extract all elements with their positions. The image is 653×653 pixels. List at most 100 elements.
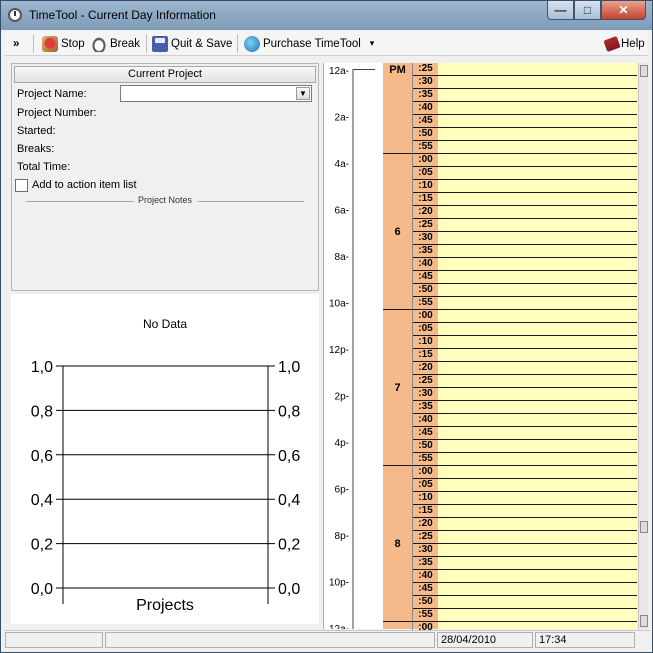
hour-column: PM 6 7 8: [383, 63, 413, 635]
title-bar[interactable]: TimeTool - Current Day Information — □ ✕: [1, 1, 652, 30]
time-slot[interactable]: [438, 505, 637, 518]
time-slot[interactable]: [438, 115, 637, 128]
minute-label: :35: [413, 89, 438, 102]
time-slot[interactable]: [438, 102, 637, 115]
hour-tick-label: 8a-: [335, 252, 349, 263]
hour-tick-label: 2p-: [335, 392, 349, 403]
coffee-cup-icon: [91, 35, 107, 52]
timeline-scrollbar[interactable]: [638, 63, 648, 629]
hour-tick-label: 2a-: [335, 113, 349, 124]
time-slot[interactable]: [438, 258, 637, 271]
minimize-button[interactable]: —: [547, 1, 574, 20]
purchase-button[interactable]: Purchase TimeTool ▾: [244, 34, 374, 53]
time-slot[interactable]: [438, 531, 637, 544]
hour-block-label: 6: [383, 154, 413, 310]
action-item-label[interactable]: Add to action item list: [32, 179, 137, 191]
time-slot[interactable]: [438, 544, 637, 557]
window-title: TimeTool - Current Day Information: [29, 8, 216, 22]
time-slot[interactable]: [438, 440, 637, 453]
time-slot[interactable]: [438, 609, 637, 622]
chevron-down-icon[interactable]: ▾: [370, 38, 375, 49]
time-slot[interactable]: [438, 401, 637, 414]
scroll-up-thumb[interactable]: [640, 65, 648, 77]
time-slot[interactable]: [438, 297, 637, 310]
time-slot[interactable]: [438, 310, 637, 323]
project-notes-textarea[interactable]: [13, 209, 317, 289]
minute-label: :05: [413, 167, 438, 180]
time-slot[interactable]: [438, 193, 637, 206]
day-time-ruler[interactable]: 12a- 2a- 4a- 6a- 8a- 10a- 12p- 2p- 4p- 6p- 8p- 10p-…: [323, 63, 383, 635]
hour-tick-label: 6a-: [335, 206, 349, 217]
time-slot[interactable]: [438, 180, 637, 193]
time-slot[interactable]: [438, 466, 637, 479]
break-button[interactable]: Break: [91, 34, 140, 53]
minute-label: :00: [413, 310, 438, 323]
project-name-combo[interactable]: ▼: [120, 85, 312, 102]
stop-button[interactable]: Stop: [42, 34, 85, 53]
status-cell-empty: [5, 632, 103, 648]
time-slot[interactable]: [438, 154, 637, 167]
expand-button[interactable]: »: [13, 34, 19, 53]
time-slot[interactable]: [438, 427, 637, 440]
time-slot[interactable]: [438, 518, 637, 531]
action-item-checkbox[interactable]: [15, 179, 28, 192]
time-slot[interactable]: [438, 362, 637, 375]
minute-label: :45: [413, 427, 438, 440]
time-slot[interactable]: [438, 232, 637, 245]
scroll-down-thumb[interactable]: [640, 615, 648, 627]
time-slot[interactable]: [438, 557, 637, 570]
time-slot[interactable]: [438, 492, 637, 505]
quit-save-label: Quit & Save: [171, 37, 233, 50]
maximize-button[interactable]: □: [574, 1, 601, 20]
close-button[interactable]: ✕: [601, 1, 646, 20]
minute-label: :35: [413, 557, 438, 570]
time-slot[interactable]: [438, 63, 637, 76]
time-slot[interactable]: [438, 349, 637, 362]
time-slot[interactable]: [438, 76, 637, 89]
minute-label: :05: [413, 479, 438, 492]
time-slot[interactable]: [438, 128, 637, 141]
time-slot[interactable]: [438, 414, 637, 427]
minute-label: :35: [413, 245, 438, 258]
scroll-thumb[interactable]: [640, 521, 648, 533]
time-slot[interactable]: [438, 375, 637, 388]
started-label: Started:: [17, 125, 56, 137]
time-slot[interactable]: [438, 271, 637, 284]
y-tick-label-left: 1,0: [31, 359, 53, 376]
time-slot[interactable]: [438, 336, 637, 349]
time-slot[interactable]: [438, 453, 637, 466]
minute-label: :40: [413, 570, 438, 583]
time-slot[interactable]: [438, 89, 637, 102]
hour-tick-label: 6p-: [335, 485, 349, 496]
time-slot[interactable]: [438, 141, 637, 154]
stop-label: Stop: [61, 37, 85, 50]
status-bar: 28/04/2010 17:34: [5, 630, 650, 648]
clock-icon: [8, 8, 22, 22]
visible-range-marker: [353, 69, 375, 70]
minute-label: :35: [413, 401, 438, 414]
time-slot[interactable]: [438, 284, 637, 297]
help-button[interactable]: Help: [603, 34, 645, 53]
quit-save-button[interactable]: Quit & Save: [152, 34, 232, 53]
time-slot[interactable]: [438, 479, 637, 492]
time-slot[interactable]: [438, 167, 637, 180]
y-tick-label-right: 0,0: [278, 581, 300, 598]
toolbar-separator: [146, 34, 147, 53]
total-time-label: Total Time:: [17, 161, 71, 173]
hour-tick-label: 12p-: [329, 345, 349, 356]
y-tick-label-right: 0,4: [278, 492, 300, 509]
time-slot[interactable]: [438, 570, 637, 583]
time-slot[interactable]: [438, 388, 637, 401]
time-slot[interactable]: [438, 583, 637, 596]
time-slot[interactable]: [438, 596, 637, 609]
time-slot[interactable]: [438, 206, 637, 219]
current-project-header[interactable]: Current Project: [14, 66, 316, 83]
time-slot[interactable]: [438, 323, 637, 336]
minute-label: :15: [413, 193, 438, 206]
time-slot-grid[interactable]: [438, 63, 637, 635]
minute-label: :50: [413, 440, 438, 453]
minute-label: :30: [413, 388, 438, 401]
time-slot[interactable]: [438, 219, 637, 232]
chevron-down-icon[interactable]: ▼: [296, 87, 310, 100]
time-slot[interactable]: [438, 245, 637, 258]
